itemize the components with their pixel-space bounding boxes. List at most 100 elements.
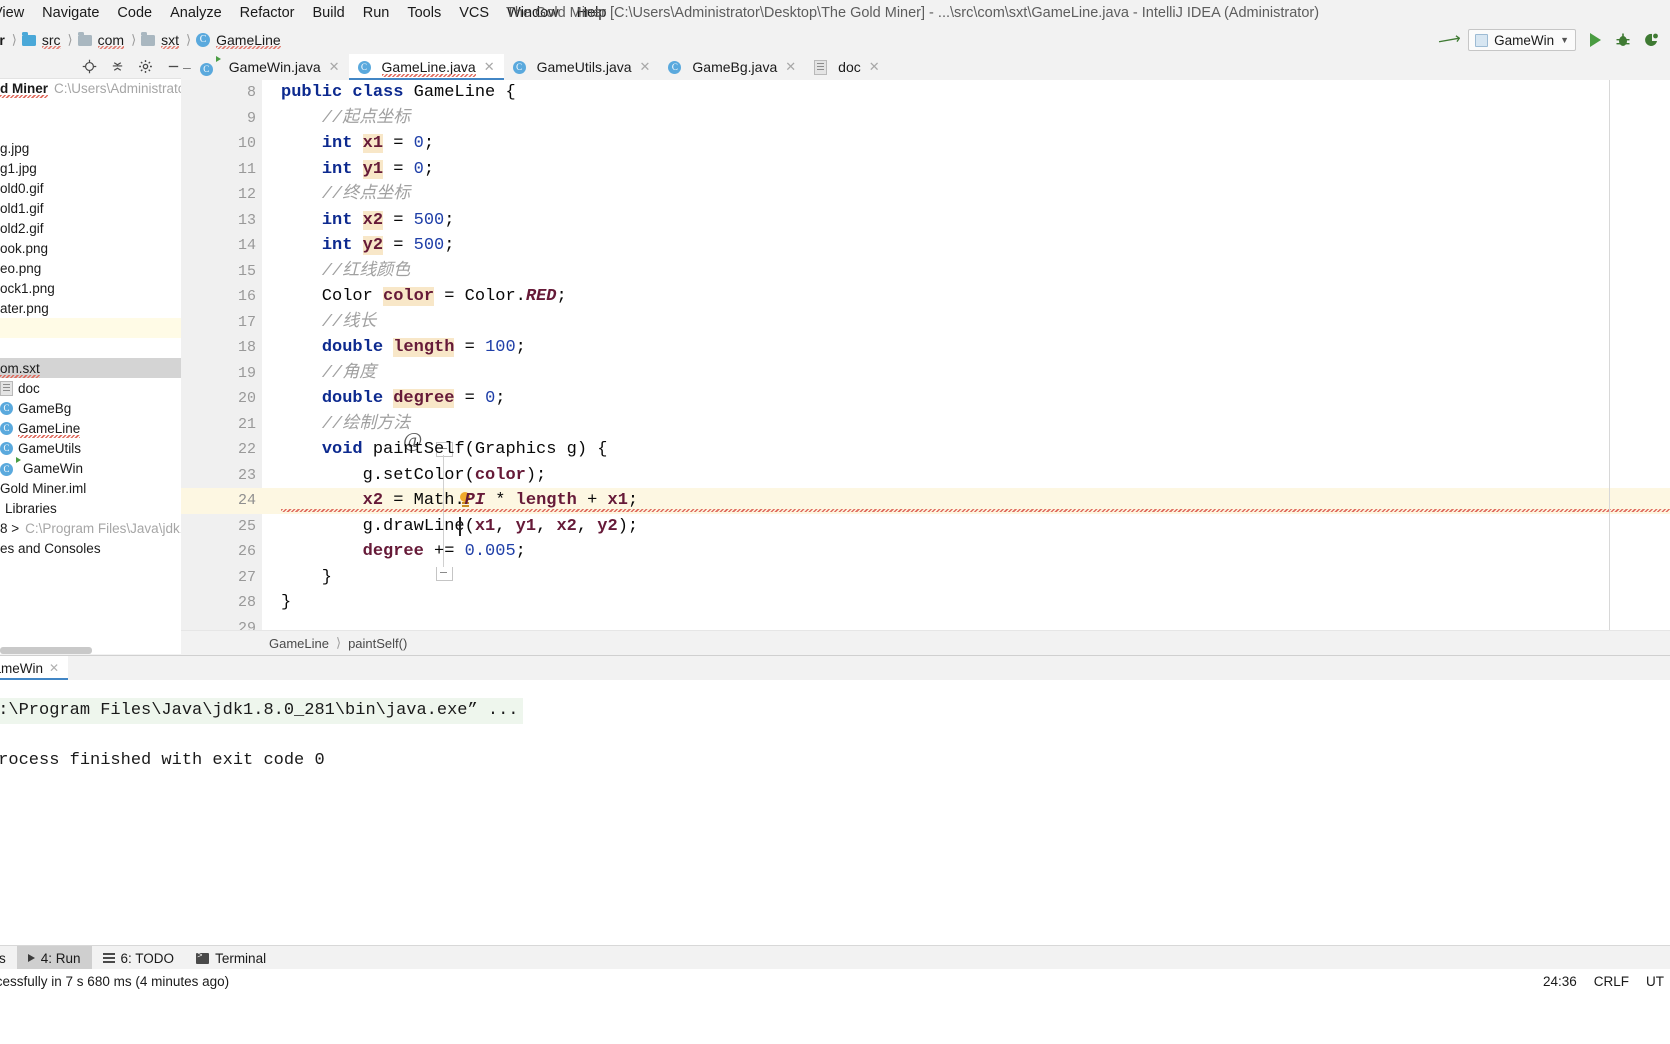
list-item-label: ock1.png	[0, 280, 55, 296]
close-icon[interactable]: ✕	[785, 59, 796, 75]
editor-tab-label: GameLine.java	[381, 59, 476, 77]
list-item-label: Gold Miner.iml	[0, 480, 87, 496]
list-item-gameline[interactable]: C GameLine	[0, 418, 181, 438]
line-number: 14	[237, 237, 256, 254]
list-item[interactable]: g.jpg	[0, 138, 181, 158]
list-item[interactable]: old2.gif	[0, 218, 181, 238]
debug-icon[interactable]	[1614, 31, 1632, 49]
line-number: 15	[237, 262, 256, 280]
menu-item-vcs[interactable]: VCS	[450, 0, 498, 26]
navbar-crumb-gameline[interactable]: C GameLine	[196, 32, 283, 49]
code-line-22: void paintSelf(Graphics g) {	[321, 440, 608, 459]
close-icon[interactable]: ✕	[484, 59, 495, 75]
menu-item-label: View	[0, 5, 25, 21]
folder-icon	[141, 31, 156, 46]
toolstrip-item-todo[interactable]: 6: TODO	[92, 946, 186, 970]
list-item[interactable]: ook.png	[0, 238, 181, 258]
project-tree[interactable]: d Miner C:\Users\Administrator\ g.jpg g1…	[0, 78, 181, 558]
close-icon[interactable]: ✕	[329, 59, 340, 75]
navbar-crumb-com[interactable]: com	[77, 31, 126, 49]
list-item[interactable]	[0, 118, 181, 138]
menu-item-code[interactable]: Code	[108, 0, 161, 26]
menu-item-analyze[interactable]: Analyze	[161, 0, 231, 26]
list-item-libraries[interactable]: Libraries	[0, 498, 181, 518]
list-item[interactable]: old1.gif	[0, 198, 181, 218]
list-item-secondary: C:\Program Files\Java\jdk1.8.	[25, 520, 181, 536]
settings-gear-icon[interactable]	[137, 58, 153, 74]
list-item[interactable]	[0, 98, 181, 118]
list-item-label: ater.png	[0, 300, 49, 316]
run-with-coverage-icon[interactable]	[1642, 31, 1660, 49]
tab-overflow-icon[interactable]: –	[181, 54, 191, 80]
list-item-gamewin[interactable]: C GameWin	[0, 457, 181, 478]
menu-item-view[interactable]: View	[0, 0, 33, 26]
project-tool-window[interactable]: d Miner C:\Users\Administrator\ g.jpg g1…	[0, 54, 182, 654]
console-output[interactable]: C:\Program Files\Java\jdk1.8.0_281\bin\j…	[0, 680, 1670, 952]
list-item[interactable]: ock1.png	[0, 278, 181, 298]
breadcrumb-method[interactable]: paintSelf()	[348, 636, 407, 651]
close-icon[interactable]: ✕	[869, 59, 880, 75]
intellij-idea-window: View Navigate Code Analyze Refactor Buil…	[0, 0, 1670, 1044]
line-number: 8	[246, 84, 256, 101]
collapse-all-icon[interactable]	[109, 58, 125, 74]
list-item-jdk[interactable]: 8 > C:\Program Files\Java\jdk1.8.	[0, 518, 181, 538]
breadcrumb-class[interactable]: GameLine	[269, 636, 329, 651]
editor-tab-gameutils[interactable]: C GameUtils.java ✕	[504, 54, 660, 80]
menu-item-tools[interactable]: Tools	[398, 0, 450, 26]
navbar-crumb-src[interactable]: src	[21, 31, 63, 49]
line-number: 16	[237, 288, 256, 305]
navbar-crumb-project[interactable]: ner	[0, 32, 7, 48]
navbar-crumb-sxt[interactable]: sxt	[141, 31, 181, 49]
list-item-doc[interactable]: doc	[0, 378, 181, 398]
list-item[interactable]: g1.jpg	[0, 158, 181, 178]
line-number: 11	[237, 160, 256, 178]
list-item-scratches[interactable]: es and Consoles	[0, 538, 181, 558]
list-item-selected[interactable]: om.sxt	[0, 358, 181, 378]
editor-tab-gamebg[interactable]: C GameBg.java ✕	[659, 54, 805, 80]
caret-position[interactable]: 24:36	[1543, 969, 1577, 995]
list-item[interactable]: ater.png	[0, 298, 181, 318]
terminal-icon	[196, 951, 210, 964]
run-icon[interactable]	[1586, 31, 1604, 49]
locate-icon[interactable]	[81, 58, 97, 74]
list-item[interactable]: old0.gif	[0, 178, 181, 198]
close-icon[interactable]: ✕	[49, 661, 59, 675]
code-line-8: public class GameLine {	[281, 83, 516, 102]
list-item-label: old0.gif	[0, 180, 44, 196]
toolstrip-item-terminal[interactable]: Terminal	[185, 946, 277, 970]
status-indicators: 24:36 CRLF UT	[1543, 969, 1664, 995]
code-editor[interactable]: 8 9 10 11 12 13 14 15 16 17 18 19 20 21 …	[181, 80, 1670, 630]
list-item-highlighted[interactable]	[0, 318, 181, 338]
list-item-gameutils[interactable]: C GameUtils	[0, 438, 181, 458]
code-line-19: //角度	[321, 363, 377, 383]
editor-tab-label: GameUtils.java	[536, 59, 632, 75]
editor-tab-gamewin[interactable]: C GameWin.java ✕	[191, 54, 349, 80]
line-separator[interactable]: CRLF	[1594, 969, 1629, 995]
code-line-10: int x1 = 0;	[321, 134, 435, 153]
code-fold-end-icon[interactable]	[436, 567, 453, 581]
toolstrip-item-structure[interactable]: s	[0, 946, 17, 970]
close-icon[interactable]: ✕	[640, 59, 651, 75]
menu-item-navigate[interactable]: Navigate	[33, 0, 108, 26]
list-item[interactable]: eo.png	[0, 258, 181, 278]
editor-tab-doc[interactable]: doc ✕	[805, 54, 888, 80]
navbar-actions: ⟶ GameWin ▼	[1436, 26, 1660, 54]
toolstrip-item-run[interactable]: 4: Run	[16, 946, 92, 970]
run-tab-gamewin[interactable]: GameWin ✕	[0, 656, 69, 680]
project-panel-horizontal-scrollbar[interactable]	[0, 647, 92, 654]
list-item[interactable]	[0, 338, 181, 358]
hide-panel-icon[interactable]	[165, 58, 181, 74]
run-configuration-selector[interactable]: GameWin ▼	[1468, 29, 1576, 51]
list-item-gamebg[interactable]: C GameBg	[0, 398, 181, 418]
jump-to-source-icon[interactable]: ⟶	[1436, 30, 1462, 51]
file-encoding[interactable]: UT	[1646, 969, 1664, 995]
list-item-label: Libraries	[5, 500, 57, 516]
menu-item-run[interactable]: Run	[354, 0, 399, 26]
menu-item-build[interactable]: Build	[303, 0, 353, 26]
project-tree-root[interactable]: d Miner C:\Users\Administrator\	[0, 78, 181, 98]
code-line-21: //绘制方法	[321, 414, 411, 434]
menu-item-refactor[interactable]: Refactor	[231, 0, 304, 26]
code-line-16: Color color = Color.RED;	[281, 287, 567, 306]
list-item-iml[interactable]: Gold Miner.iml	[0, 478, 181, 498]
editor-tab-gameline[interactable]: C GameLine.java ✕	[348, 54, 504, 80]
